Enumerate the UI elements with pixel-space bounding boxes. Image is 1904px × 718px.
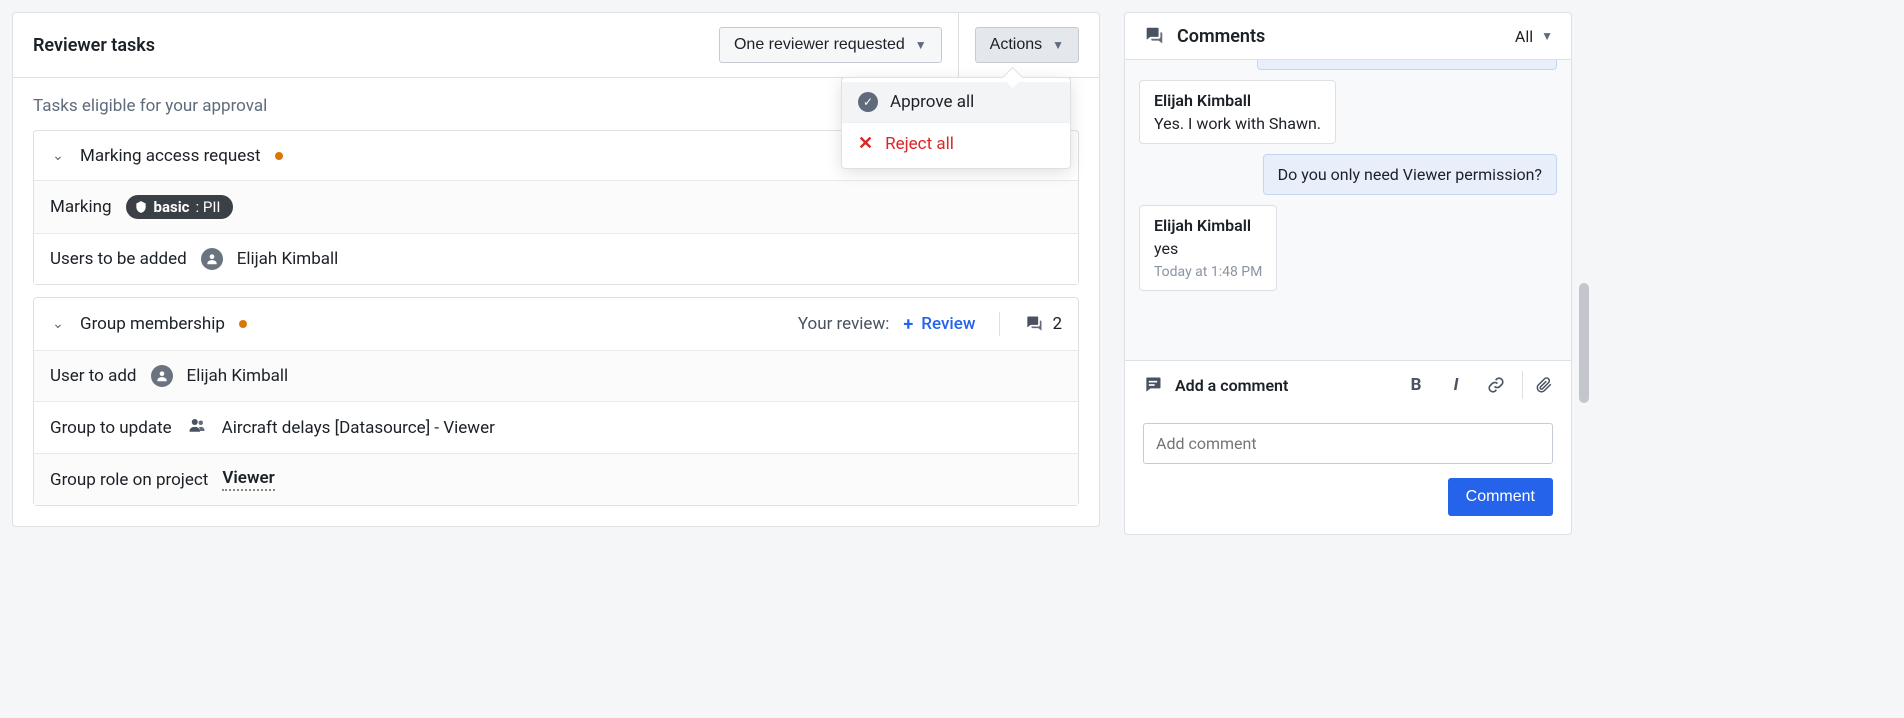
comment-toolbar: Add a comment B I bbox=[1125, 360, 1571, 409]
comment-input[interactable] bbox=[1143, 423, 1553, 464]
shield-icon bbox=[134, 200, 148, 214]
comment-text: yes bbox=[1154, 239, 1262, 258]
italic-button[interactable]: I bbox=[1442, 371, 1470, 399]
comment-bubble: Elijah Kimball yes Today at 1:48 PM bbox=[1139, 205, 1277, 291]
comment-author: Elijah Kimball bbox=[1154, 91, 1321, 110]
actions-button[interactable]: Actions ▼ bbox=[975, 27, 1079, 63]
marking-badge: basic : PII bbox=[126, 195, 233, 219]
reviewer-count-select[interactable]: One reviewer requested ▼ bbox=[719, 27, 942, 63]
marking-label: Marking bbox=[50, 197, 112, 217]
task-row: Group role on project Viewer bbox=[34, 453, 1078, 505]
your-review-label: Your review: bbox=[798, 314, 890, 334]
comment-text: Do you only need Viewer permission? bbox=[1278, 165, 1542, 184]
header-divider bbox=[958, 13, 959, 77]
comments-thread: Elijah Kimball Yes. I work with Shawn. D… bbox=[1125, 60, 1571, 360]
bold-button[interactable]: B bbox=[1402, 371, 1430, 399]
comment-count-value: 2 bbox=[1052, 314, 1062, 334]
group-icon bbox=[186, 416, 208, 439]
comments-filter-label: All bbox=[1515, 27, 1533, 46]
user-name: Elijah Kimball bbox=[237, 249, 339, 269]
approve-all-item[interactable]: ✓ Approve all bbox=[842, 82, 1070, 123]
close-icon: ✕ bbox=[858, 133, 873, 154]
group-name: Aircraft delays [Datasource] - Viewer bbox=[222, 418, 495, 438]
scrollbar-thumb[interactable] bbox=[1579, 283, 1589, 403]
status-dot-icon bbox=[239, 320, 247, 328]
user-name: Elijah Kimball bbox=[187, 366, 289, 386]
comment-count-button[interactable]: 2 bbox=[1024, 314, 1062, 334]
comment-submit-button[interactable]: Comment bbox=[1448, 478, 1553, 516]
comment-text: Yes. I work with Shawn. bbox=[1154, 114, 1321, 133]
comment-author: Elijah Kimball bbox=[1154, 216, 1262, 235]
reviewer-tasks-panel: Reviewer tasks One reviewer requested ▼ … bbox=[12, 12, 1100, 527]
task-row: Users to be added Elijah Kimball bbox=[34, 233, 1078, 284]
task-title: Marking access request bbox=[80, 146, 261, 166]
comments-header: Comments All ▼ bbox=[1125, 13, 1571, 60]
chevron-down-icon: ⌄ bbox=[50, 316, 66, 332]
user-to-add-label: User to add bbox=[50, 366, 137, 386]
task-header[interactable]: ⌄ Group membership Your review: + Review… bbox=[34, 298, 1078, 350]
reject-all-label: Reject all bbox=[885, 134, 954, 154]
chevron-down-icon: ⌄ bbox=[50, 148, 66, 164]
task-row: User to add Elijah Kimball bbox=[34, 350, 1078, 401]
link-button[interactable] bbox=[1482, 371, 1510, 399]
comment-bubble-own: Do you only need Viewer permission? bbox=[1263, 154, 1557, 195]
avatar-icon bbox=[151, 365, 173, 387]
task-row: Group to update Aircraft delays [Datasou… bbox=[34, 401, 1078, 453]
chevron-down-icon: ▼ bbox=[915, 38, 927, 52]
scrollbar-track[interactable] bbox=[1579, 13, 1591, 534]
status-dot-icon bbox=[275, 152, 283, 160]
task-card: ⌄ Group membership Your review: + Review… bbox=[33, 297, 1079, 506]
comments-panel: Comments All ▼ Elijah Kimball Yes. I wor… bbox=[1124, 12, 1572, 535]
reviewer-count-label: One reviewer requested bbox=[734, 36, 905, 54]
marking-badge-prefix: basic bbox=[154, 198, 190, 216]
separator bbox=[999, 312, 1000, 336]
comments-icon bbox=[1024, 314, 1044, 334]
marking-badge-value: : PII bbox=[196, 198, 221, 216]
plus-icon: + bbox=[903, 314, 913, 335]
comment-bubble: Elijah Kimball Yes. I work with Shawn. bbox=[1139, 80, 1336, 144]
group-to-update-label: Group to update bbox=[50, 418, 172, 438]
approve-all-label: Approve all bbox=[890, 92, 974, 112]
chevron-down-icon: ▼ bbox=[1541, 29, 1553, 43]
comment-add-icon bbox=[1143, 375, 1163, 395]
avatar-icon bbox=[201, 248, 223, 270]
comments-icon bbox=[1143, 25, 1165, 47]
actions-label: Actions bbox=[990, 36, 1042, 54]
users-to-add-label: Users to be added bbox=[50, 249, 187, 269]
reject-all-item[interactable]: ✕ Reject all bbox=[842, 123, 1070, 164]
comments-filter-select[interactable]: All ▼ bbox=[1515, 27, 1553, 46]
reviewer-tasks-header: Reviewer tasks One reviewer requested ▼ … bbox=[13, 13, 1099, 78]
actions-dropdown: ✓ Approve all ✕ Reject all bbox=[841, 77, 1071, 169]
reviewer-tasks-title: Reviewer tasks bbox=[33, 35, 707, 56]
attachment-button[interactable] bbox=[1522, 371, 1553, 399]
add-review-button[interactable]: + Review bbox=[903, 314, 975, 335]
previous-message-peek bbox=[1257, 60, 1557, 70]
comment-input-area: Comment bbox=[1125, 409, 1571, 534]
group-role-label: Group role on project bbox=[50, 470, 208, 490]
add-comment-label: Add a comment bbox=[1175, 376, 1390, 395]
task-row: Marking basic : PII bbox=[34, 180, 1078, 233]
check-circle-icon: ✓ bbox=[858, 92, 878, 112]
comment-timestamp: Today at 1:48 PM bbox=[1154, 264, 1262, 280]
review-label: Review bbox=[921, 314, 975, 334]
comments-title: Comments bbox=[1177, 26, 1503, 47]
group-role-value[interactable]: Viewer bbox=[222, 468, 274, 491]
task-title: Group membership bbox=[80, 314, 225, 334]
chevron-down-icon: ▼ bbox=[1052, 38, 1064, 52]
